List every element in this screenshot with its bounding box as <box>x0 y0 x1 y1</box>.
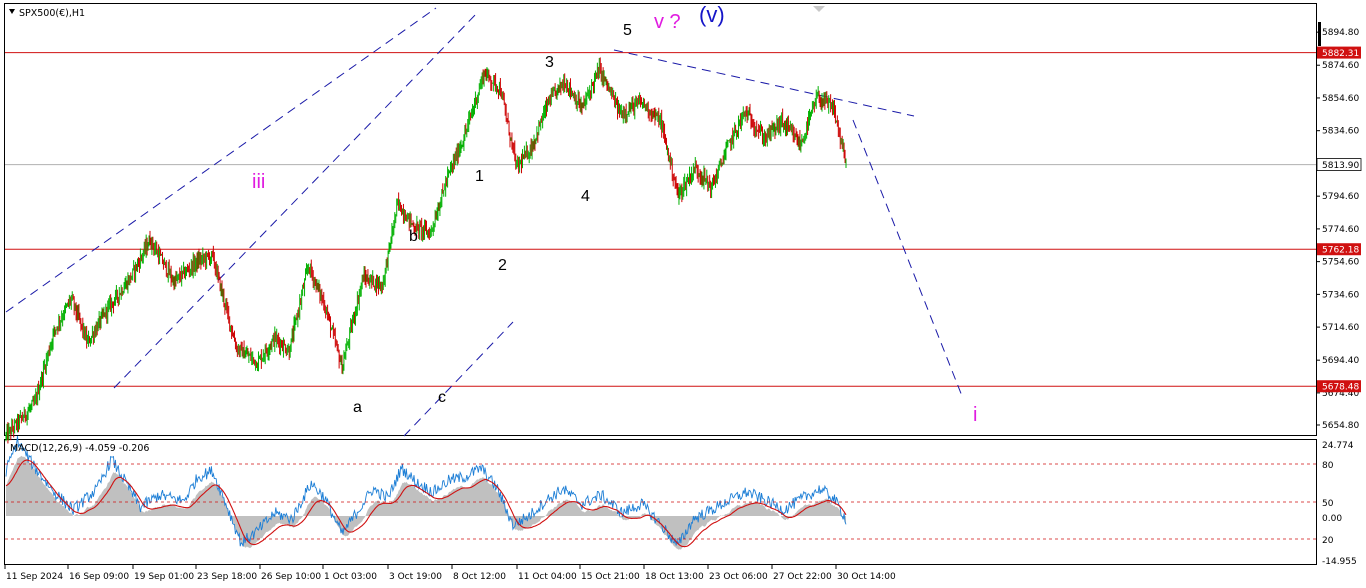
wave-label: b <box>409 228 418 245</box>
price-axis: 5894.80 5874.60 5854.60 5834.60 5794.60 5774.… <box>1316 28 1362 431</box>
wave-label: 5 <box>623 22 632 39</box>
time-tick-label: 18 Oct 13:00 <box>645 572 704 582</box>
wave-label: i <box>973 404 977 426</box>
time-tick-label: 11 Sep 2024 <box>6 572 63 582</box>
wave-label: (v) <box>699 2 725 27</box>
wave-label: a <box>353 399 362 416</box>
macd-tick-label: 0.00 <box>1322 514 1342 524</box>
price-tick-label: 5734.60 <box>1322 290 1359 300</box>
wave-label: 3 <box>545 54 554 71</box>
time-tick-label: 8 Oct 12:00 <box>453 572 506 582</box>
time-axis: 11 Sep 2024 16 Sep 09:00 19 Sep 01:00 23 Se… <box>4 565 896 582</box>
price-tag-label: 5882.31 <box>1322 49 1359 59</box>
time-tick-label: 23 Oct 06:00 <box>709 572 768 582</box>
price-tag-label: 5813.90 <box>1322 161 1359 171</box>
time-tick-label: 11 Oct 04:00 <box>518 572 577 582</box>
time-tick-label: 19 Sep 01:00 <box>134 572 194 582</box>
level-price-tag: 5678.48 <box>1317 380 1361 393</box>
time-tick-label: 16 Sep 09:00 <box>69 572 129 582</box>
wave-label: c <box>438 389 446 406</box>
level-price-tag: 5762.18 <box>1317 243 1361 256</box>
price-tick-label: 5774.60 <box>1322 225 1359 235</box>
wave-label: 1 <box>475 168 484 185</box>
price-tick-label: 5694.40 <box>1322 356 1359 366</box>
price-tick-label: 5854.60 <box>1322 94 1359 104</box>
macd-tick-label: -14.955 <box>1322 557 1357 567</box>
time-tick-label: 3 Oct 19:00 <box>389 572 442 582</box>
wave-label: 2 <box>498 257 507 274</box>
price-tick-label: 5834.60 <box>1322 127 1359 137</box>
wave-label: v ? <box>654 11 681 33</box>
time-tick-label: 23 Sep 18:00 <box>197 572 257 582</box>
macd-tick-label: 20 <box>1322 536 1334 546</box>
price-tag-label: 5762.18 <box>1322 246 1359 256</box>
chart-window[interactable]: iii a b c 1 2 3 4 5 v ? (v) i 5894.80 5874.60 5854.60… <box>0 0 1366 588</box>
wave-label: 4 <box>581 188 590 205</box>
time-tick-label: 15 Oct 21:00 <box>581 572 640 582</box>
price-tick-label: 5754.60 <box>1322 258 1359 268</box>
chart-canvas[interactable]: iii a b c 1 2 3 4 5 v ? (v) i 5894.80 5874.60 5854.60… <box>0 0 1366 588</box>
price-tick-label: 5714.60 <box>1322 323 1359 333</box>
price-scale-handle-icon[interactable] <box>1318 22 1321 46</box>
time-tick-label: 30 Oct 14:00 <box>837 572 896 582</box>
price-tick-label: 5894.80 <box>1322 28 1359 38</box>
time-tick-label: 27 Oct 22:00 <box>773 572 832 582</box>
macd-tick-label: 50 <box>1322 499 1334 509</box>
price-tag-label: 5678.48 <box>1322 383 1359 393</box>
macd-axis: 24.774 80 50 0.00 20 -14.955 <box>1322 441 1357 567</box>
macd-tick-label: 80 <box>1322 461 1334 471</box>
macd-tick-label: 24.774 <box>1322 441 1354 451</box>
level-price-tag: 5882.31 <box>1317 46 1361 59</box>
price-tick-label: 5794.60 <box>1322 192 1359 202</box>
time-tick-label: 1 Oct 03:00 <box>324 572 377 582</box>
price-tick-label: 5654.80 <box>1322 421 1359 431</box>
price-tick-label: 5874.60 <box>1322 61 1359 71</box>
time-tick-label: 26 Sep 10:00 <box>261 572 321 582</box>
main-price-panel[interactable] <box>4 3 1317 436</box>
symbol-title: SPX500(€),H1 <box>19 8 85 19</box>
last-price-tag: 5813.90 <box>1316 158 1362 171</box>
wave-label: iii <box>252 171 265 193</box>
macd-title: MACD(12,26,9) -4.059 -0.206 <box>10 443 149 454</box>
